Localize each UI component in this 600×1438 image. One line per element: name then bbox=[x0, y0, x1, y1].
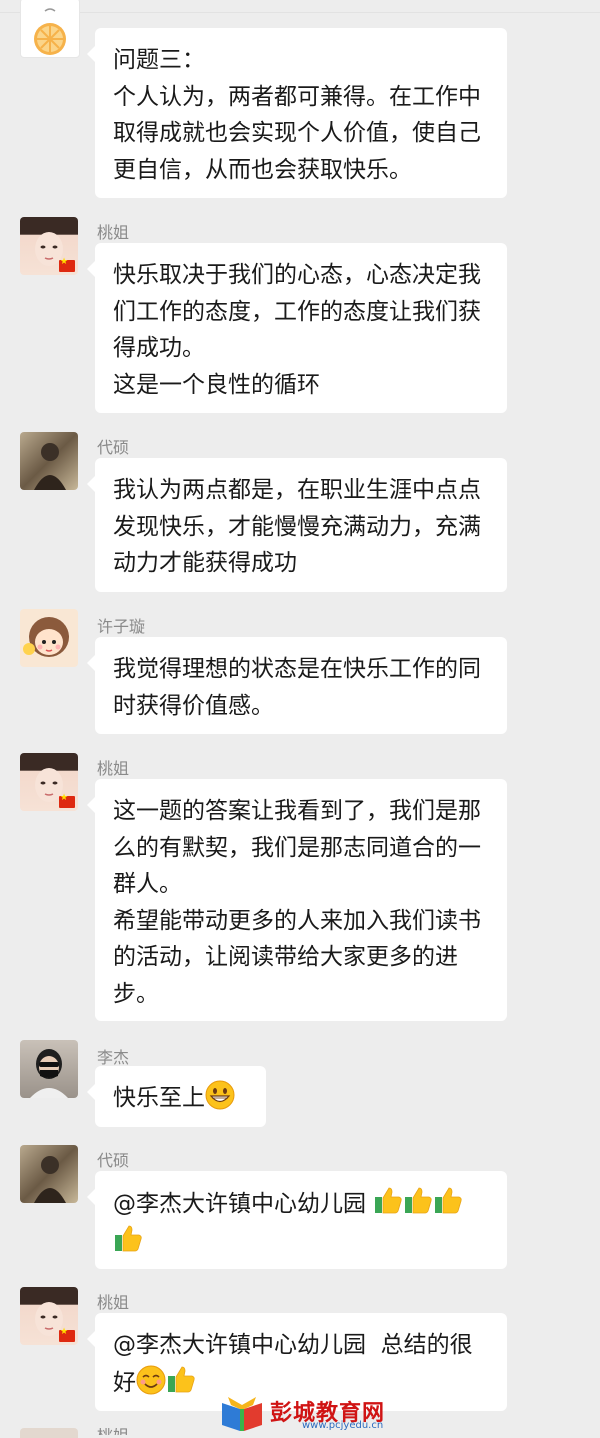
avatar-orange[interactable] bbox=[20, 0, 80, 58]
smiling-face-icon bbox=[136, 1365, 166, 1394]
avatar-xuzixuan[interactable] bbox=[20, 609, 78, 667]
avatar-lijie[interactable] bbox=[20, 1040, 78, 1098]
sender-name: 许子璇 bbox=[97, 617, 146, 636]
message-text: @李杰大许镇中心幼儿园 bbox=[113, 1191, 374, 1217]
sender-name: 桃姐 bbox=[97, 1428, 129, 1435]
watermark-url: www.pcjyedu.cn bbox=[302, 1420, 384, 1431]
sender-name: 桃姐 bbox=[97, 1293, 130, 1312]
cartoon-girl-icon bbox=[23, 617, 69, 657]
message-bubble[interactable]: @李杰大许镇中心幼儿园 bbox=[87, 1171, 507, 1269]
sender-name: 桃姐 bbox=[97, 759, 130, 778]
message-bubble[interactable]: 问题三： 个人认为，两者都可兼得。在工作中取得成就也会实现个人价值，使自己更自信… bbox=[87, 28, 507, 198]
thumbs-up-icon bbox=[405, 1187, 432, 1214]
message-bubble[interactable]: 我认为两点都是，在职业生涯中点点发现快乐，才能慢慢充满动力，充满动力才能获得成功 bbox=[87, 458, 507, 592]
message-bubble[interactable]: 快乐至上 bbox=[87, 1066, 266, 1127]
china-flag-icon bbox=[59, 1327, 75, 1342]
thumbs-up-icon bbox=[115, 1225, 142, 1251]
person-portrait-icon bbox=[34, 443, 66, 490]
book-logo-icon bbox=[222, 1397, 262, 1431]
message-bubble[interactable]: 快乐取决于我们的心态，心态决定我们工作的态度，工作的态度让我们获得成功。 这是一… bbox=[87, 243, 507, 413]
sender-name: 桃姐 bbox=[97, 223, 130, 242]
person-with-mask-icon bbox=[30, 1049, 68, 1098]
avatar-taojie[interactable] bbox=[20, 217, 78, 275]
thumbs-up-icon bbox=[435, 1187, 462, 1214]
china-flag-icon bbox=[59, 793, 75, 808]
china-flag-icon bbox=[59, 257, 75, 272]
avatar-taojie[interactable] bbox=[20, 753, 78, 811]
person-portrait-icon bbox=[34, 1156, 66, 1203]
avatar-taojie[interactable] bbox=[20, 1287, 78, 1345]
sender-name: 代硕 bbox=[97, 1151, 130, 1170]
orange-slice-icon bbox=[34, 8, 66, 55]
message-bubble[interactable]: 这一题的答案让我看到了，我们是那么的有默契，我们是那志同道合的一群人。 希望能带… bbox=[87, 779, 507, 1021]
avatar-daishuo[interactable] bbox=[20, 432, 78, 490]
grinning-face-icon bbox=[205, 1080, 235, 1110]
thumbs-up-icon bbox=[375, 1187, 402, 1214]
thumbs-up-icon bbox=[168, 1366, 195, 1392]
message-bubble[interactable]: 我觉得理想的状态是在快乐工作的同时获得价值感。 bbox=[87, 637, 507, 734]
sender-name: 李杰 bbox=[97, 1048, 130, 1067]
sender-name: 代硕 bbox=[97, 438, 130, 457]
message-text: 快乐至上 bbox=[113, 1085, 205, 1111]
top-bar bbox=[0, 0, 600, 13]
avatar-partial[interactable] bbox=[20, 1428, 78, 1438]
site-watermark: 彭城教育网 www.pcjyedu.cn bbox=[218, 1393, 418, 1435]
avatar-daishuo[interactable] bbox=[20, 1145, 78, 1203]
